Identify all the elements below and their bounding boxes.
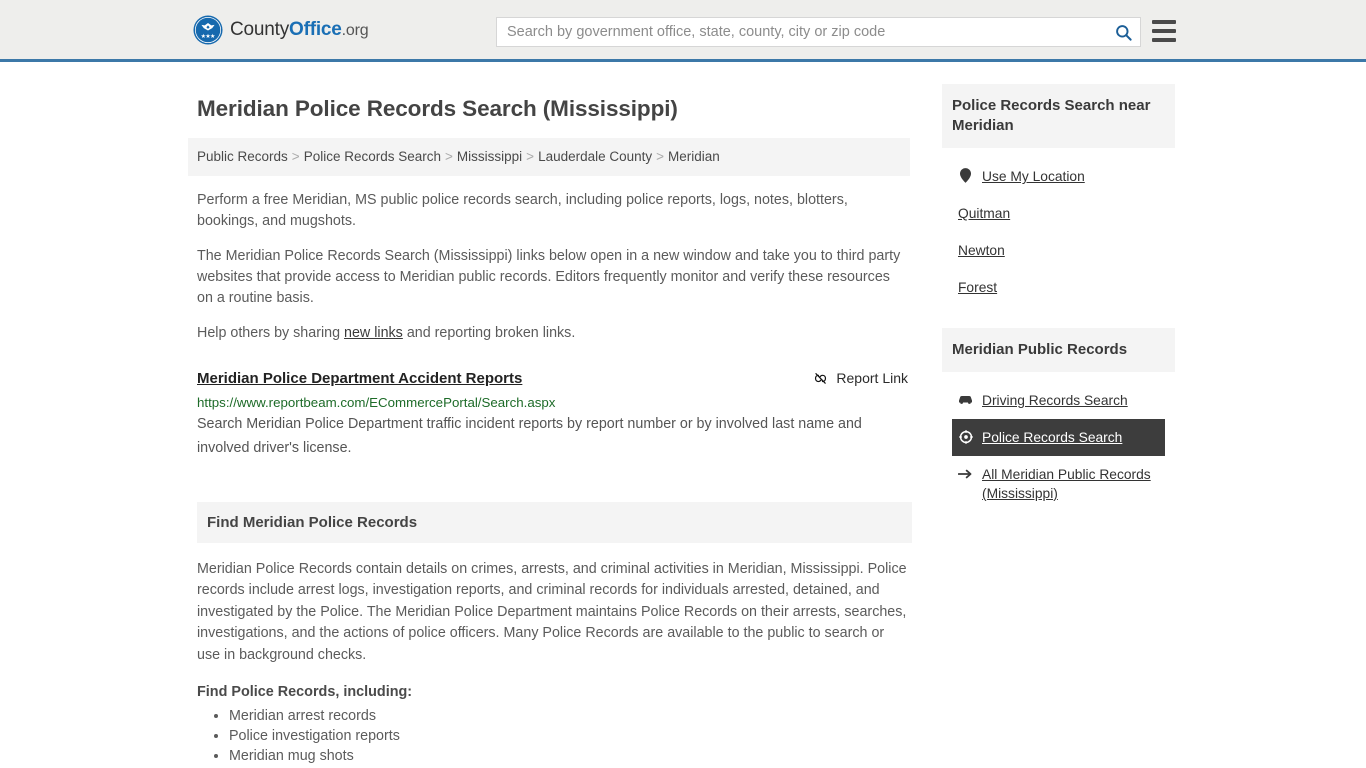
sidebar-item-label: Use My Location: [982, 169, 1085, 184]
main-column: Meridian Police Records Search (Mississi…: [188, 84, 912, 768]
breadcrumb-item-meridian[interactable]: Meridian: [668, 149, 720, 164]
breadcrumb-item-police-records-search[interactable]: Police Records Search: [304, 149, 441, 164]
eagle-shield-logo-icon: [193, 14, 223, 45]
breadcrumb-separator-2: >: [445, 149, 453, 164]
sidebar-item-use-my-location[interactable]: Use My Location: [952, 158, 1165, 195]
sidebar-item-label: Forest: [958, 280, 998, 295]
list-item: Police investigation reports: [229, 726, 910, 746]
list-item: Meridian arrest records: [229, 706, 910, 726]
breadcrumb-item-lauderdale-county[interactable]: Lauderdale County: [538, 149, 652, 164]
result-description: Search Meridian Police Department traffi…: [197, 415, 862, 456]
section-subheading: Find Police Records, including:: [197, 684, 413, 701]
content-container: Meridian Police Records Search (Mississi…: [188, 84, 1178, 768]
sidebar-item-forest[interactable]: Forest: [952, 269, 1165, 306]
site-header: CountyOffice.org: [0, 0, 1366, 62]
police-badge-icon: [958, 428, 973, 445]
help-paragraph: Help others by sharing new links and rep…: [197, 323, 907, 344]
result-header-row: Meridian Police Department Accident Repo…: [197, 370, 912, 387]
intro-paragraph: Perform a free Meridian, MS public polic…: [197, 191, 848, 229]
result-url: https://www.reportbeam.com/ECommercePort…: [197, 394, 556, 410]
sidebar-card-public-records-heading: Meridian Public Records: [942, 328, 1175, 372]
new-links-link[interactable]: new links: [344, 325, 403, 341]
page-content: Meridian Police Records Search (Mississi…: [0, 62, 1366, 768]
sidebar-item-label: Quitman: [958, 206, 1011, 221]
arrow-right-icon: [958, 465, 973, 482]
map-pin-icon: [958, 167, 973, 184]
sidebar-item-driving-records-search[interactable]: Driving Records Search: [952, 382, 1165, 419]
page-title: Meridian Police Records Search (Mississi…: [197, 96, 678, 121]
site-logo[interactable]: CountyOffice.org: [193, 14, 369, 45]
hamburger-menu-icon[interactable]: [1152, 20, 1176, 42]
sidebar: Police Records Search near Meridian Use …: [942, 84, 1175, 768]
logo-wordmark: CountyOffice.org: [230, 18, 369, 41]
car-icon: [958, 391, 973, 408]
sidebar-card-nearby-heading: Police Records Search near Meridian: [942, 84, 1175, 148]
sidebar-item-quitman[interactable]: Quitman: [952, 195, 1165, 232]
hamburger-bar-2: [1152, 29, 1176, 33]
sidebar-card-public-records: Meridian Public Records Driving Records …: [942, 328, 1175, 512]
breadcrumb-separator-1: >: [291, 149, 300, 164]
report-link-label: Report Link: [836, 370, 908, 387]
sidebar-item-all-public-records[interactable]: All Meridian Public Records (Mississippi…: [952, 456, 1165, 512]
secondary-paragraph: The Meridian Police Records Search (Miss…: [197, 247, 901, 306]
breadcrumb-separator-3: >: [526, 149, 535, 164]
search-button[interactable]: [1106, 18, 1140, 46]
section-body-text: Meridian Police Records contain details …: [197, 560, 907, 663]
logo-text-org: .org: [341, 21, 369, 39]
broken-link-icon: [815, 372, 827, 384]
sidebar-item-label: Driving Records Search: [982, 393, 1128, 408]
result-item: Meridian Police Department Accident Repo…: [197, 370, 912, 460]
sidebar-card-nearby: Police Records Search near Meridian Use …: [942, 84, 1175, 306]
sidebar-item-label: All Meridian Public Records (Mississippi…: [982, 467, 1151, 501]
breadcrumb-item-mississippi[interactable]: Mississippi: [457, 149, 522, 164]
report-link-button[interactable]: Report Link: [812, 370, 908, 387]
help-suffix: and reporting broken links.: [402, 324, 576, 341]
result-title-link[interactable]: Meridian Police Department Accident Repo…: [197, 370, 522, 387]
hamburger-bar-1: [1152, 20, 1176, 24]
search-input[interactable]: [497, 18, 1106, 46]
search-icon: [1115, 24, 1132, 41]
logo-text-office: Office: [289, 18, 342, 40]
logo-text-county: County: [230, 18, 290, 40]
help-prefix: Help others by sharing: [197, 324, 345, 341]
sidebar-card-nearby-body: Use My Location Quitman Newton Forest: [942, 148, 1175, 306]
breadcrumb-separator-4: >: [656, 149, 665, 164]
breadcrumb-item-public-records[interactable]: Public Records: [197, 149, 288, 164]
records-list: Meridian arrest records Police investiga…: [197, 706, 910, 768]
section-heading-find-records: Find Meridian Police Records: [197, 501, 912, 543]
breadcrumb: Public Records > Police Records Search > Mis…: [188, 138, 910, 176]
sidebar-item-label: Police Records Search: [982, 430, 1123, 445]
hamburger-bar-3: [1152, 38, 1176, 42]
search-bar[interactable]: [496, 17, 1141, 47]
list-item: Meridian mug shots: [229, 746, 910, 766]
sidebar-card-public-records-body: Driving Records Search Police Records Se…: [942, 372, 1175, 512]
sidebar-item-newton[interactable]: Newton: [952, 232, 1165, 269]
sidebar-item-label: Newton: [958, 243, 1005, 258]
sidebar-item-police-records-search[interactable]: Police Records Search: [952, 419, 1165, 456]
